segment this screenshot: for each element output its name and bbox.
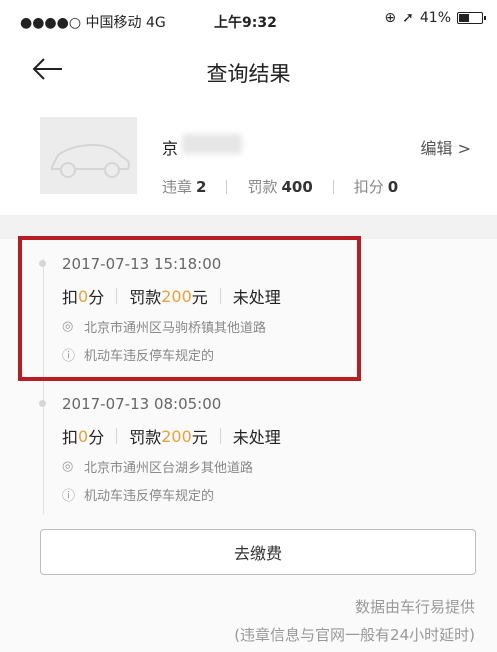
violations-label: 违章 bbox=[162, 178, 193, 196]
divider bbox=[226, 179, 228, 194]
fine-label: 罚款 bbox=[247, 178, 278, 196]
battery-icon bbox=[457, 12, 486, 24]
points-count: 0 bbox=[387, 177, 399, 196]
fine-prefix: 罚款 bbox=[129, 428, 162, 447]
violation-datetime: 2017-07-13 08:05:00 bbox=[62, 395, 222, 413]
highlight-annotation-box bbox=[18, 236, 361, 381]
divider bbox=[332, 179, 334, 194]
delay-note: (违章信息与官网一般有24小时延时) bbox=[234, 626, 475, 644]
fine-suffix: 元 bbox=[191, 428, 208, 447]
status-bar: ●●●●○ 中国移动 4G 上午9:32 ⊕ ➚ 41% bbox=[0, 0, 497, 38]
points-label: 扣分 bbox=[353, 178, 384, 196]
location-pin-icon: ◎ bbox=[62, 459, 74, 474]
page-title: 查询结果 bbox=[206, 62, 291, 86]
fine-amount: 400 bbox=[281, 177, 313, 196]
violation-status: 未处理 bbox=[232, 428, 281, 447]
status-right: ⊕ ➚ 41% bbox=[384, 10, 486, 26]
edit-button[interactable]: 编辑 > bbox=[421, 135, 472, 159]
reason-text: 机动车违反停车规定的 bbox=[84, 489, 215, 504]
data-source-note: 数据由车行易提供 bbox=[354, 598, 475, 616]
divider bbox=[116, 428, 118, 444]
violations-count: 2 bbox=[196, 177, 207, 196]
points-value: 0 bbox=[78, 426, 89, 446]
points-suffix: 分 bbox=[88, 428, 105, 447]
violation-penalty: 扣0分 罚款 200 元 未处理 bbox=[62, 424, 482, 448]
plate-blur bbox=[182, 134, 242, 154]
fine-value: 200 bbox=[161, 426, 192, 446]
location-icon: ⊕ bbox=[384, 10, 397, 26]
divider bbox=[219, 428, 221, 444]
car-stats: 违章 2 罚款 400 扣分 0 bbox=[162, 176, 398, 197]
car-card: 京 编辑 > 违章 2 罚款 400 扣分 0 bbox=[0, 100, 497, 215]
car-icon bbox=[40, 117, 137, 194]
carrier-signal: ●●●●○ 中国移动 4G bbox=[20, 15, 166, 31]
timeline-dot bbox=[39, 400, 46, 407]
plate-number: 京 bbox=[162, 139, 179, 158]
info-icon: ⓘ bbox=[62, 489, 76, 504]
violation-location: ◎ 北京市通州区台湖乡其他道路 bbox=[62, 457, 482, 476]
arrow-icon: ➚ bbox=[402, 10, 414, 26]
points-prefix: 扣 bbox=[62, 428, 79, 447]
battery-percent: 41% bbox=[419, 10, 451, 26]
pay-button[interactable]: 去缴费 bbox=[40, 529, 476, 575]
nav-bar: 查询结果 bbox=[0, 38, 497, 100]
clock: 上午9:32 bbox=[214, 15, 277, 31]
violation-item[interactable]: 2017-07-13 08:05:00 扣0分 罚款 200 元 未处理 ◎ 北京市… bbox=[39, 395, 482, 504]
violation-reason: ⓘ 机动车违反停车规定的 bbox=[62, 485, 482, 504]
location-text: 北京市通州区台湖乡其他道路 bbox=[84, 461, 254, 476]
